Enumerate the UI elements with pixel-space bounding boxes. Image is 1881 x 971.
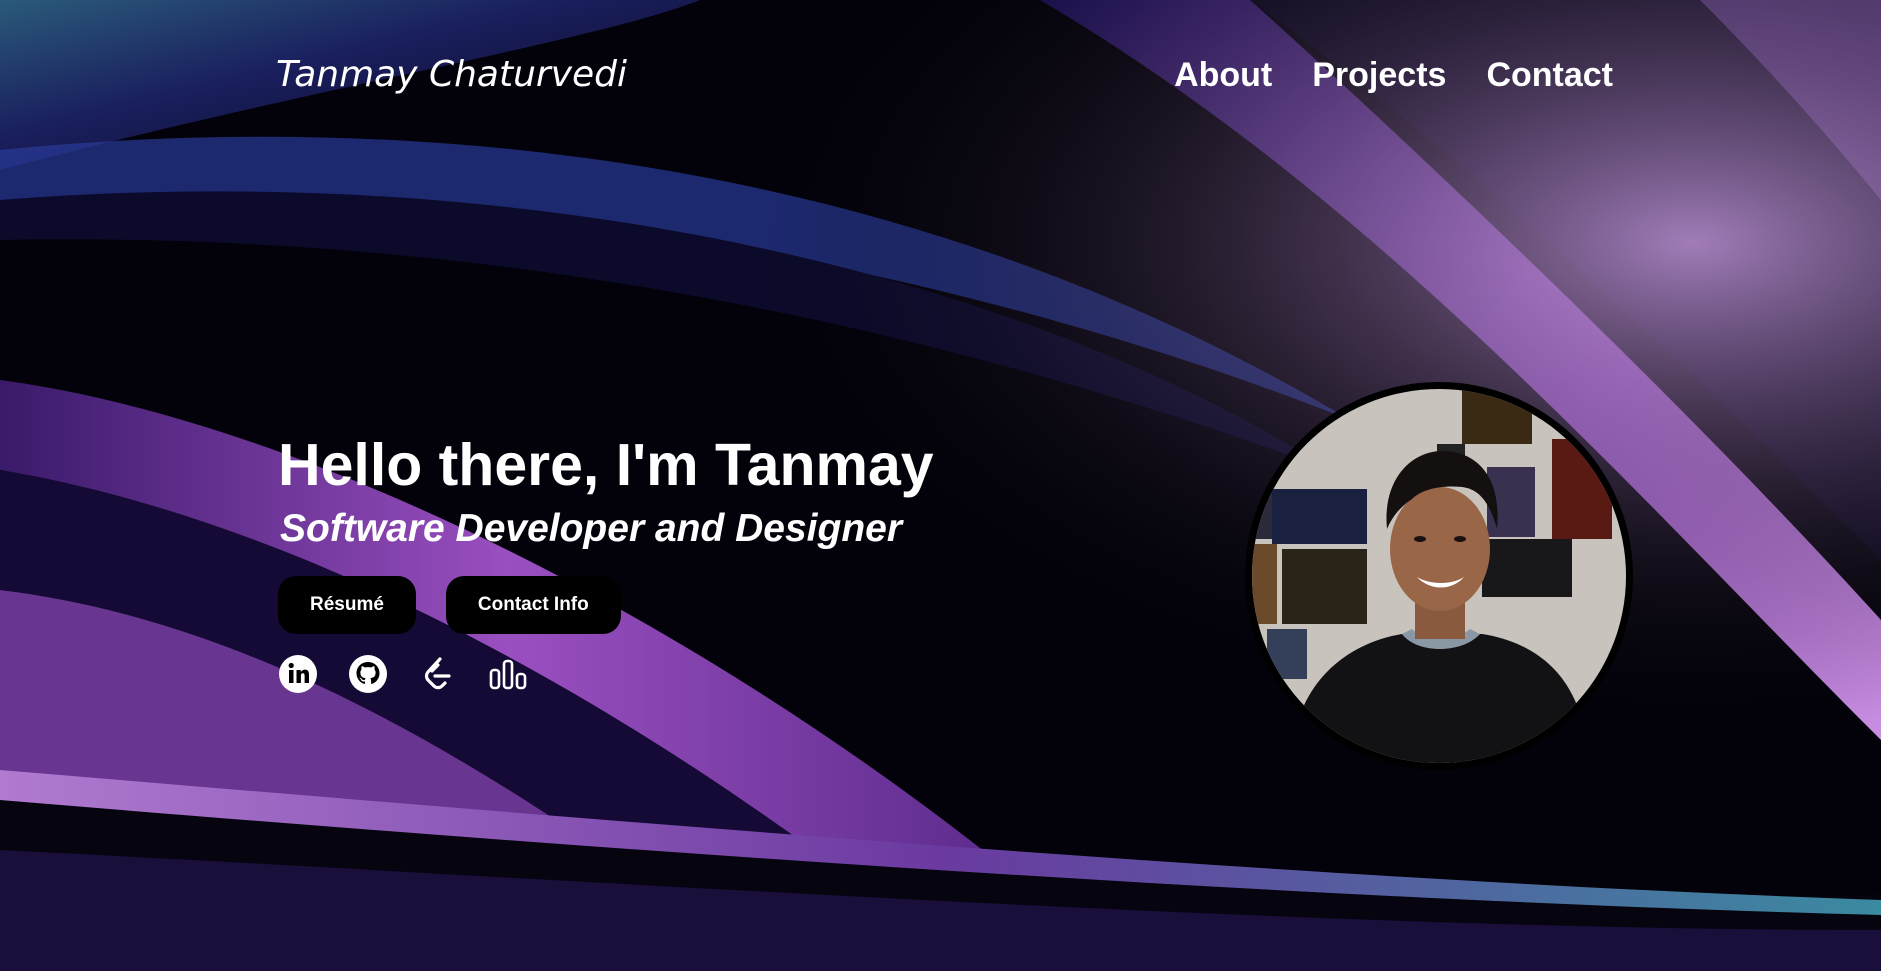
nav-projects[interactable]: Projects [1312,56,1446,95]
hero-buttons: Résumé Contact Info [278,576,1078,634]
contact-info-button[interactable]: Contact Info [445,576,621,634]
profile-photo-frame [1245,382,1633,770]
profile-photo [1252,389,1626,763]
site-header: Tanmay Chaturvedi About Projects Contact [0,0,1881,160]
main-nav: About Projects Contact [1174,56,1613,95]
brand-name[interactable]: Tanmay Chaturvedi [276,54,627,95]
social-links [278,654,1078,694]
nav-contact[interactable]: Contact [1486,56,1613,95]
linkedin-icon[interactable] [278,654,318,694]
nav-about[interactable]: About [1174,56,1272,95]
hero-subtitle: Software Developer and Designer [280,507,903,550]
leetcode-icon[interactable] [418,654,458,694]
hero-section: Hello there, I'm Tanmay Software Develop… [278,430,1078,694]
hero-greeting: Hello there, I'm Tanmay [278,432,934,498]
stats-icon[interactable] [488,654,528,694]
resume-button[interactable]: Résumé [278,576,416,634]
github-icon[interactable] [348,654,388,694]
